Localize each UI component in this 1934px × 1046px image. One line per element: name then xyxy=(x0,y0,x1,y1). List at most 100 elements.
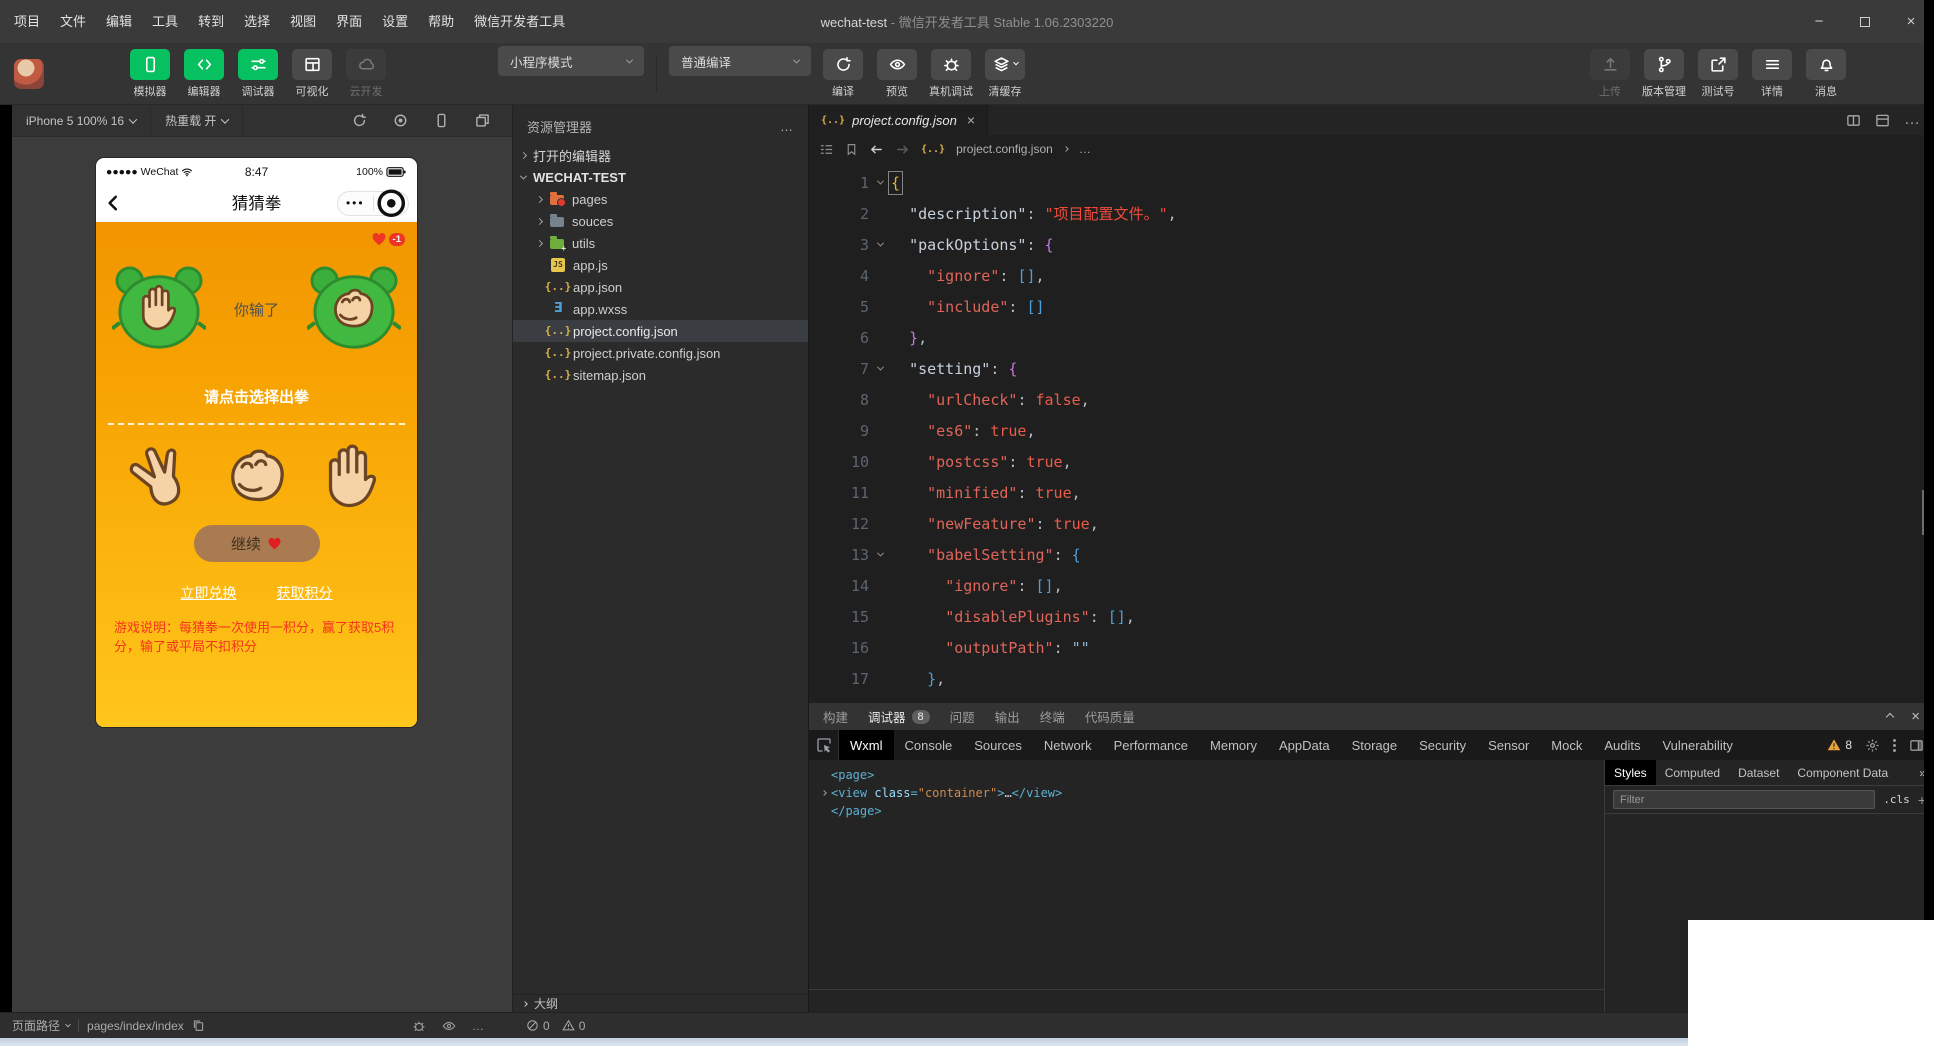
inspect-element-button[interactable] xyxy=(809,730,839,760)
file-item-project.private.config.json[interactable]: {..}project.private.config.json xyxy=(513,342,808,364)
bookmark-icon[interactable] xyxy=(845,143,858,156)
file-item-souces[interactable]: souces xyxy=(513,210,808,232)
devtools-tab-Sensor[interactable]: Sensor xyxy=(1477,730,1540,760)
file-item-pages[interactable]: pages xyxy=(513,188,808,210)
device-select[interactable]: iPhone 5 100% 16 xyxy=(12,105,151,137)
devtools-tab-Mock[interactable]: Mock xyxy=(1540,730,1593,760)
file-item-app.wxss[interactable]: Eapp.wxss xyxy=(513,298,808,320)
toolbar-button-上传[interactable]: 上传 xyxy=(1588,49,1632,99)
menu-item-微信开发者工具[interactable]: 微信开发者工具 xyxy=(464,0,575,43)
fold-chevron-icon[interactable] xyxy=(876,364,883,371)
capsule-more-button[interactable]: ••• xyxy=(338,192,373,215)
devtools-tab-Sources[interactable]: Sources xyxy=(963,730,1033,760)
mode-select[interactable]: 小程序模式 xyxy=(498,46,644,76)
devtools-tab-Network[interactable]: Network xyxy=(1033,730,1103,760)
fold-chevron-icon[interactable] xyxy=(876,178,883,185)
toolbar-button-消息[interactable]: 消息 xyxy=(1804,49,1848,99)
devtools-tab-AppData[interactable]: AppData xyxy=(1268,730,1341,760)
file-item-app.js[interactable]: JSapp.js xyxy=(513,254,808,276)
menu-item-界面[interactable]: 界面 xyxy=(326,0,372,43)
forward-arrow-icon[interactable] xyxy=(895,142,910,157)
copy-icon[interactable] xyxy=(192,1019,205,1032)
devtools-tab-Console[interactable]: Console xyxy=(894,730,964,760)
devtools-tab-Audits[interactable]: Audits xyxy=(1593,730,1651,760)
toolbar-button-真机调试[interactable]: 真机调试 xyxy=(929,49,973,99)
toolbar-button-测试号[interactable]: 测试号 xyxy=(1696,49,1740,99)
file-item-project.config.json[interactable]: {..}project.config.json xyxy=(513,320,808,342)
continue-button[interactable]: 继续 xyxy=(194,525,320,562)
refresh-icon[interactable] xyxy=(352,113,367,128)
tree-section-打开的编辑器[interactable]: 打开的编辑器 xyxy=(513,144,808,166)
panel-tab-代码质量[interactable]: 代码质量 xyxy=(1085,707,1135,726)
file-item-sitemap.json[interactable]: {..}sitemap.json xyxy=(513,364,808,386)
maximize-button[interactable] xyxy=(1842,0,1888,43)
devtools-tab-Security[interactable]: Security xyxy=(1408,730,1477,760)
earn-points-link[interactable]: 获取积分 xyxy=(277,583,333,603)
menu-item-项目[interactable]: 项目 xyxy=(4,0,50,43)
toolbar-button-云开发[interactable]: 云开发 xyxy=(344,49,388,99)
toolbar-button-可视化[interactable]: 可视化 xyxy=(290,49,334,99)
minimize-button[interactable]: − xyxy=(1796,0,1842,43)
fold-chevron-icon[interactable] xyxy=(876,550,883,557)
back-button[interactable] xyxy=(104,194,122,212)
gear-icon[interactable] xyxy=(1865,738,1880,753)
hand-rock-button[interactable] xyxy=(217,437,297,517)
outline-list-icon[interactable] xyxy=(819,142,834,157)
layout-icon[interactable] xyxy=(1875,113,1890,128)
page-path-select[interactable]: 页面路径 xyxy=(12,1017,70,1034)
panel-tab-输出[interactable]: 输出 xyxy=(995,707,1020,726)
panel-tab-终端[interactable]: 终端 xyxy=(1040,707,1065,726)
redeem-link[interactable]: 立即兑换 xyxy=(181,583,237,603)
more-icon[interactable]: … xyxy=(780,119,794,134)
wxml-node[interactable]: </page> xyxy=(817,802,1604,820)
phone-small-icon[interactable] xyxy=(434,113,449,128)
warnings-counter[interactable]: 8 xyxy=(1827,738,1852,752)
styles-tab-Computed[interactable]: Computed xyxy=(1656,760,1729,785)
outline-section[interactable]: 大纲 xyxy=(513,994,808,1012)
menu-item-帮助[interactable]: 帮助 xyxy=(418,0,464,43)
avatar[interactable] xyxy=(14,59,44,89)
toolbar-button-编辑器[interactable]: 编辑器 xyxy=(182,49,226,99)
toolbar-button-预览[interactable]: 预览 xyxy=(875,49,919,99)
toolbar-button-模拟器[interactable]: 模拟器 xyxy=(128,49,172,99)
split-editor-icon[interactable] xyxy=(1846,113,1861,128)
toolbar-button-调试器[interactable]: 调试器 xyxy=(236,49,280,99)
tab-project-config-json[interactable]: {..} project.config.json × xyxy=(809,105,988,135)
more-icon[interactable]: … xyxy=(472,1019,484,1033)
styles-tab-Styles[interactable]: Styles xyxy=(1605,760,1656,785)
menu-item-设置[interactable]: 设置 xyxy=(372,0,418,43)
close-tab-icon[interactable]: × xyxy=(967,112,975,128)
styles-tab-Dataset[interactable]: Dataset xyxy=(1729,760,1788,785)
kebab-menu-icon[interactable] xyxy=(1893,744,1896,747)
devtools-tab-Performance[interactable]: Performance xyxy=(1103,730,1199,760)
toggle-class-button[interactable]: .cls xyxy=(1883,793,1910,806)
hand-scissors-button[interactable] xyxy=(120,437,200,517)
code-area[interactable]: 1{2 "description": "项目配置文件。",3 "packOpti… xyxy=(809,163,1934,694)
record-icon[interactable] xyxy=(393,113,408,128)
filter-input[interactable]: Filter xyxy=(1613,790,1875,809)
toolbar-button-编译[interactable]: 编译 xyxy=(821,49,865,99)
capsule-close-button[interactable] xyxy=(374,186,409,221)
panel-tab-构建[interactable]: 构建 xyxy=(823,707,848,726)
dock-side-icon[interactable] xyxy=(1909,738,1924,753)
bug-icon[interactable] xyxy=(412,1019,426,1033)
collapse-panel-icon[interactable] xyxy=(1886,712,1894,720)
menu-item-转到[interactable]: 转到 xyxy=(188,0,234,43)
windows-icon[interactable] xyxy=(475,113,490,128)
devtools-tab-Memory[interactable]: Memory xyxy=(1199,730,1268,760)
menu-item-视图[interactable]: 视图 xyxy=(280,0,326,43)
menu-item-工具[interactable]: 工具 xyxy=(142,0,188,43)
eye-icon[interactable] xyxy=(442,1019,456,1033)
menu-item-文件[interactable]: 文件 xyxy=(50,0,96,43)
devtools-tab-Wxml[interactable]: Wxml xyxy=(839,730,894,760)
compile-select[interactable]: 普通编译 xyxy=(669,46,811,76)
toolbar-button-清缓存[interactable]: 清缓存 xyxy=(983,49,1027,99)
menu-item-编辑[interactable]: 编辑 xyxy=(96,0,142,43)
toolbar-button-版本管理[interactable]: 版本管理 xyxy=(1642,49,1686,99)
wxml-tree[interactable]: <page><view class="container">…</view></… xyxy=(809,760,1604,1012)
wxml-node[interactable]: <view class="container">…</view> xyxy=(817,784,1604,802)
statusbar-problems[interactable]: 0 0 xyxy=(512,1013,808,1038)
menu-item-选择[interactable]: 选择 xyxy=(234,0,280,43)
hand-paper-button[interactable] xyxy=(313,437,393,517)
tree-section-WECHAT-TEST[interactable]: WECHAT-TEST xyxy=(513,166,808,188)
